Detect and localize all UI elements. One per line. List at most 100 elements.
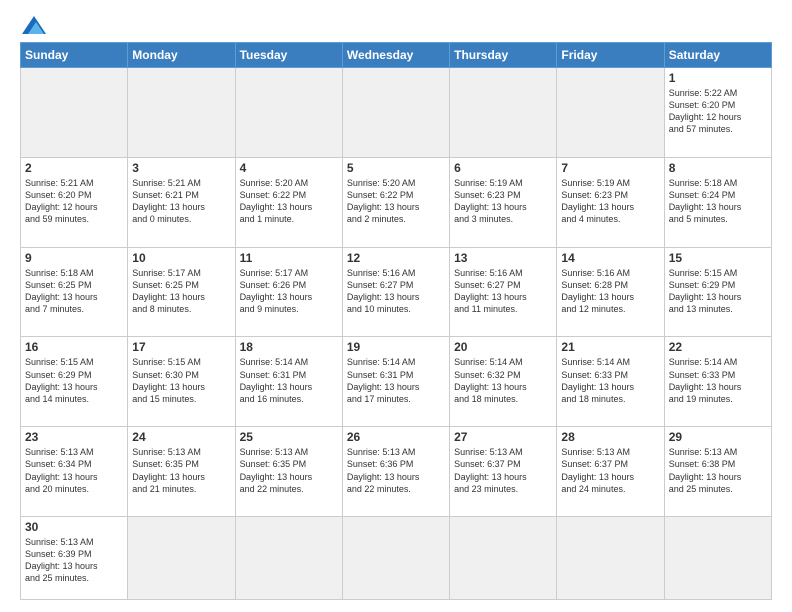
calendar-day-cell: 2 Sunrise: 5:21 AM Sunset: 6:20 PM Daylig… <box>21 157 128 247</box>
calendar-day-cell <box>235 68 342 158</box>
day-info: Sunrise: 5:21 AM Sunset: 6:21 PM Dayligh… <box>132 177 230 226</box>
calendar-day-header: Friday <box>557 43 664 68</box>
day-number: 30 <box>25 520 123 534</box>
calendar-day-cell: 16Sunrise: 5:15 AM Sunset: 6:29 PM Dayli… <box>21 337 128 427</box>
day-number: 27 <box>454 430 552 444</box>
day-number: 7 <box>561 161 659 175</box>
calendar-week-row: 16Sunrise: 5:15 AM Sunset: 6:29 PM Dayli… <box>21 337 772 427</box>
day-number: 22 <box>669 340 767 354</box>
day-info: Sunrise: 5:13 AM Sunset: 6:34 PM Dayligh… <box>25 446 123 495</box>
calendar-table: SundayMondayTuesdayWednesdayThursdayFrid… <box>20 42 772 600</box>
day-info: Sunrise: 5:20 AM Sunset: 6:22 PM Dayligh… <box>240 177 338 226</box>
header <box>20 16 772 34</box>
day-number: 5 <box>347 161 445 175</box>
calendar-day-header: Thursday <box>450 43 557 68</box>
day-number: 3 <box>132 161 230 175</box>
day-info: Sunrise: 5:18 AM Sunset: 6:25 PM Dayligh… <box>25 267 123 316</box>
day-info: Sunrise: 5:16 AM Sunset: 6:28 PM Dayligh… <box>561 267 659 316</box>
day-number: 12 <box>347 251 445 265</box>
day-number: 14 <box>561 251 659 265</box>
calendar-day-cell: 17 Sunrise: 5:15 AM Sunset: 6:30 PM Dayli… <box>128 337 235 427</box>
day-number: 9 <box>25 251 123 265</box>
calendar-day-cell: 11 Sunrise: 5:17 AM Sunset: 6:26 PM Dayli… <box>235 247 342 337</box>
day-info: Sunrise: 5:22 AM Sunset: 6:20 PM Dayligh… <box>669 87 767 136</box>
day-number: 29 <box>669 430 767 444</box>
day-number: 19 <box>347 340 445 354</box>
page: SundayMondayTuesdayWednesdayThursdayFrid… <box>0 0 792 612</box>
calendar-week-row: 1 Sunrise: 5:22 AM Sunset: 6:20 PM Daylig… <box>21 68 772 158</box>
day-number: 4 <box>240 161 338 175</box>
calendar-day-header: Saturday <box>664 43 771 68</box>
calendar-day-header: Monday <box>128 43 235 68</box>
calendar-header-row: SundayMondayTuesdayWednesdayThursdayFrid… <box>21 43 772 68</box>
day-number: 1 <box>669 71 767 85</box>
day-info: Sunrise: 5:18 AM Sunset: 6:24 PM Dayligh… <box>669 177 767 226</box>
day-number: 25 <box>240 430 338 444</box>
day-info: Sunrise: 5:13 AM Sunset: 6:38 PM Dayligh… <box>669 446 767 495</box>
calendar-day-cell: 5 Sunrise: 5:20 AM Sunset: 6:22 PM Daylig… <box>342 157 449 247</box>
day-info: Sunrise: 5:19 AM Sunset: 6:23 PM Dayligh… <box>454 177 552 226</box>
day-info: Sunrise: 5:14 AM Sunset: 6:31 PM Dayligh… <box>240 356 338 405</box>
day-number: 2 <box>25 161 123 175</box>
calendar-day-cell: 6 Sunrise: 5:19 AM Sunset: 6:23 PM Daylig… <box>450 157 557 247</box>
day-info: Sunrise: 5:14 AM Sunset: 6:31 PM Dayligh… <box>347 356 445 405</box>
calendar-day-header: Tuesday <box>235 43 342 68</box>
calendar-day-cell: 21 Sunrise: 5:14 AM Sunset: 6:33 PM Dayli… <box>557 337 664 427</box>
calendar-day-cell <box>128 517 235 600</box>
calendar-day-cell: 4 Sunrise: 5:20 AM Sunset: 6:22 PM Daylig… <box>235 157 342 247</box>
day-number: 20 <box>454 340 552 354</box>
calendar-day-cell: 18 Sunrise: 5:14 AM Sunset: 6:31 PM Dayli… <box>235 337 342 427</box>
calendar-day-cell: 26 Sunrise: 5:13 AM Sunset: 6:36 PM Dayli… <box>342 427 449 517</box>
day-info: Sunrise: 5:21 AM Sunset: 6:20 PM Dayligh… <box>25 177 123 226</box>
day-number: 21 <box>561 340 659 354</box>
calendar-day-cell <box>235 517 342 600</box>
calendar-day-cell: 3 Sunrise: 5:21 AM Sunset: 6:21 PM Daylig… <box>128 157 235 247</box>
calendar-day-cell: 27Sunrise: 5:13 AM Sunset: 6:37 PM Dayli… <box>450 427 557 517</box>
day-info: Sunrise: 5:13 AM Sunset: 6:39 PM Dayligh… <box>25 536 123 585</box>
calendar-day-cell: 15Sunrise: 5:15 AM Sunset: 6:29 PM Dayli… <box>664 247 771 337</box>
day-number: 23 <box>25 430 123 444</box>
day-number: 11 <box>240 251 338 265</box>
day-number: 8 <box>669 161 767 175</box>
day-number: 6 <box>454 161 552 175</box>
day-number: 18 <box>240 340 338 354</box>
calendar-week-row: 23 Sunrise: 5:13 AM Sunset: 6:34 PM Dayli… <box>21 427 772 517</box>
calendar-day-cell: 23 Sunrise: 5:13 AM Sunset: 6:34 PM Dayli… <box>21 427 128 517</box>
day-number: 10 <box>132 251 230 265</box>
day-info: Sunrise: 5:15 AM Sunset: 6:29 PM Dayligh… <box>669 267 767 316</box>
day-info: Sunrise: 5:13 AM Sunset: 6:36 PM Dayligh… <box>347 446 445 495</box>
day-number: 26 <box>347 430 445 444</box>
calendar-day-cell: 25Sunrise: 5:13 AM Sunset: 6:35 PM Dayli… <box>235 427 342 517</box>
calendar-day-cell: 20 Sunrise: 5:14 AM Sunset: 6:32 PM Dayli… <box>450 337 557 427</box>
calendar-week-row: 30 Sunrise: 5:13 AM Sunset: 6:39 PM Dayli… <box>21 517 772 600</box>
day-info: Sunrise: 5:17 AM Sunset: 6:25 PM Dayligh… <box>132 267 230 316</box>
day-info: Sunrise: 5:14 AM Sunset: 6:33 PM Dayligh… <box>561 356 659 405</box>
calendar-day-header: Wednesday <box>342 43 449 68</box>
calendar-day-cell: 29 Sunrise: 5:13 AM Sunset: 6:38 PM Dayli… <box>664 427 771 517</box>
calendar-day-cell <box>342 68 449 158</box>
day-info: Sunrise: 5:19 AM Sunset: 6:23 PM Dayligh… <box>561 177 659 226</box>
day-info: Sunrise: 5:16 AM Sunset: 6:27 PM Dayligh… <box>347 267 445 316</box>
calendar-week-row: 9 Sunrise: 5:18 AM Sunset: 6:25 PM Daylig… <box>21 247 772 337</box>
calendar-day-cell: 19 Sunrise: 5:14 AM Sunset: 6:31 PM Dayli… <box>342 337 449 427</box>
calendar-day-header: Sunday <box>21 43 128 68</box>
calendar-day-cell: 12 Sunrise: 5:16 AM Sunset: 6:27 PM Dayli… <box>342 247 449 337</box>
calendar-day-cell: 30 Sunrise: 5:13 AM Sunset: 6:39 PM Dayli… <box>21 517 128 600</box>
calendar-day-cell <box>450 517 557 600</box>
day-info: Sunrise: 5:17 AM Sunset: 6:26 PM Dayligh… <box>240 267 338 316</box>
day-info: Sunrise: 5:15 AM Sunset: 6:29 PM Dayligh… <box>25 356 123 405</box>
day-info: Sunrise: 5:16 AM Sunset: 6:27 PM Dayligh… <box>454 267 552 316</box>
calendar-day-cell <box>450 68 557 158</box>
calendar-day-cell <box>342 517 449 600</box>
calendar-day-cell: 9 Sunrise: 5:18 AM Sunset: 6:25 PM Daylig… <box>21 247 128 337</box>
calendar-day-cell <box>128 68 235 158</box>
day-info: Sunrise: 5:20 AM Sunset: 6:22 PM Dayligh… <box>347 177 445 226</box>
calendar-day-cell: 24Sunrise: 5:13 AM Sunset: 6:35 PM Dayli… <box>128 427 235 517</box>
day-info: Sunrise: 5:14 AM Sunset: 6:32 PM Dayligh… <box>454 356 552 405</box>
day-number: 28 <box>561 430 659 444</box>
day-info: Sunrise: 5:15 AM Sunset: 6:30 PM Dayligh… <box>132 356 230 405</box>
calendar-day-cell <box>21 68 128 158</box>
calendar-day-cell <box>664 517 771 600</box>
day-number: 13 <box>454 251 552 265</box>
day-number: 17 <box>132 340 230 354</box>
